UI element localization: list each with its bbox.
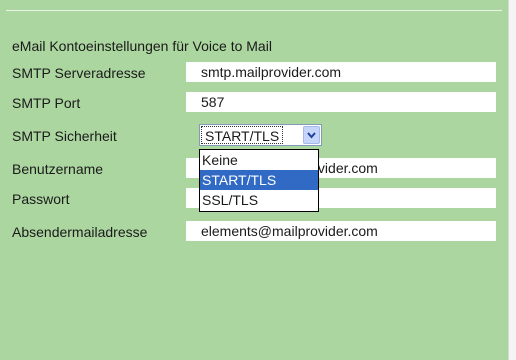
dropdown-option-starttls[interactable]: START/TLS [200, 170, 318, 190]
smtp-security-selected-value: START/TLS [201, 126, 284, 144]
username-label: Benutzername [12, 161, 104, 177]
dropdown-option-ssltls[interactable]: SSL/TLS [200, 190, 318, 210]
smtp-port-label: SMTP Port [12, 95, 81, 111]
window-edge [508, 0, 516, 360]
password-label: Passwort [12, 191, 70, 207]
settings-panel: eMail Kontoeinstellungen für Voice to Ma… [0, 0, 508, 360]
smtp-security-select[interactable]: START/TLS [199, 124, 322, 146]
sender-address-input[interactable]: elements@mailprovider.com [186, 221, 496, 241]
sender-address-label: Absendermailadresse [12, 224, 148, 240]
smtp-security-label: SMTP Sicherheit [12, 128, 117, 144]
smtp-security-dropdown-list: Keine START/TLS SSL/TLS [199, 149, 319, 212]
smtp-server-input[interactable]: smtp.mailprovider.com [186, 62, 496, 82]
smtp-port-input[interactable]: 587 [186, 92, 496, 112]
section-heading: eMail Kontoeinstellungen für Voice to Ma… [12, 38, 272, 54]
chevron-down-icon[interactable] [303, 126, 320, 144]
dropdown-option-keine[interactable]: Keine [200, 150, 318, 170]
divider [6, 10, 502, 11]
smtp-server-label: SMTP Serveradresse [12, 65, 146, 81]
